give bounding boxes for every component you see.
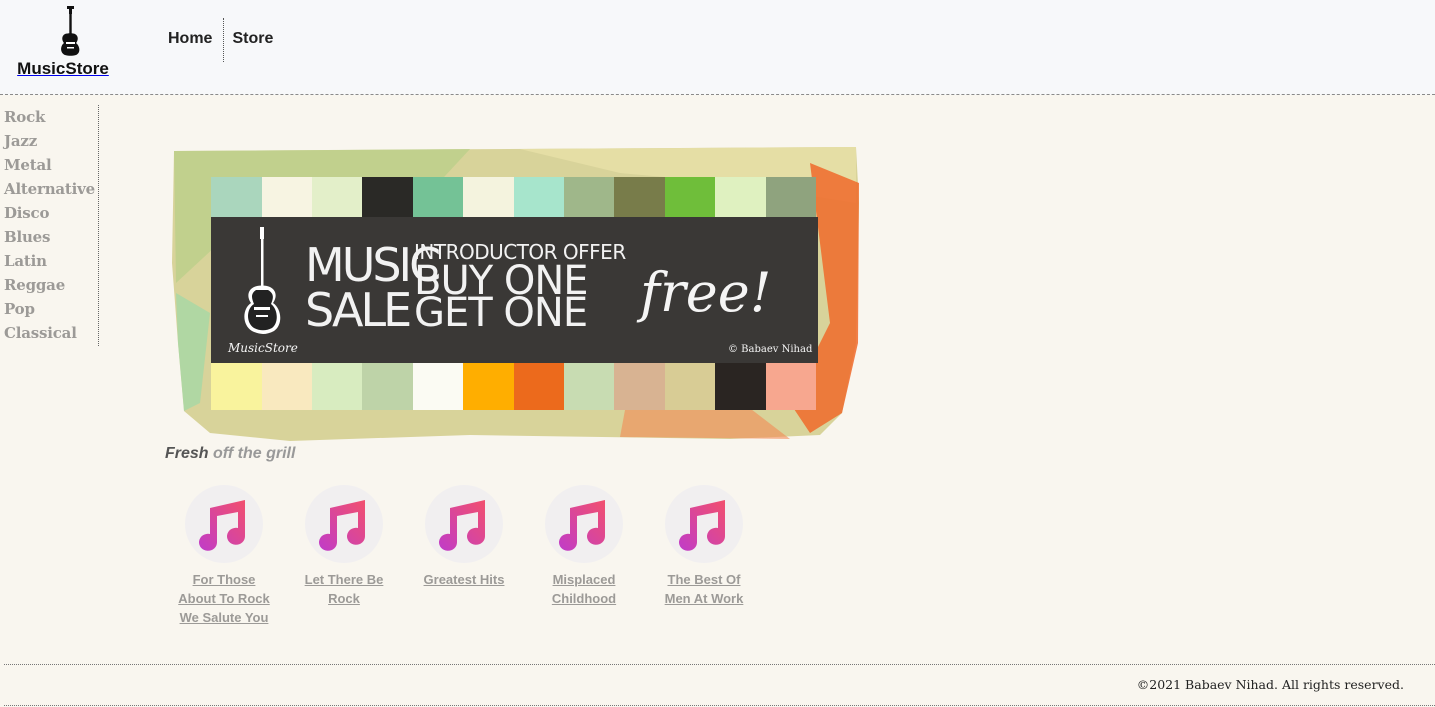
- genre-rock[interactable]: Rock: [0, 105, 98, 129]
- logo[interactable]: MusicStore: [17, 6, 122, 78]
- album-art[interactable]: [665, 485, 743, 563]
- footer-divider-bottom: [4, 705, 1435, 706]
- banner-sale: SALE: [305, 283, 410, 337]
- nav-home[interactable]: Home: [160, 18, 223, 62]
- genre-jazz[interactable]: Jazz: [0, 129, 98, 153]
- color-swatches-bottom: [211, 361, 816, 410]
- album-art[interactable]: [545, 485, 623, 563]
- music-note-icon: [319, 500, 366, 551]
- footer-copyright: ©2021 Babaev Nihad. All rights reserved.: [1136, 677, 1404, 692]
- color-swatches-top: [211, 177, 816, 219]
- album-title[interactable]: Greatest Hits: [404, 570, 524, 589]
- music-note-icon: [559, 500, 606, 551]
- album-art[interactable]: [185, 485, 263, 563]
- main-nav: Home Store: [160, 18, 284, 62]
- genre-alternative[interactable]: Alternative: [0, 177, 98, 201]
- genre-pop[interactable]: Pop: [0, 297, 98, 321]
- genre-classical[interactable]: Classical: [0, 321, 98, 345]
- album-item: Let There Be Rock: [284, 485, 404, 627]
- album-list: For Those About To Rock We Salute You Le…: [164, 485, 764, 627]
- album-art[interactable]: [305, 485, 383, 563]
- music-note-icon: [439, 500, 486, 551]
- guitar-icon: [61, 6, 80, 56]
- music-note-icon: [679, 500, 726, 551]
- album-title[interactable]: Misplaced Childhood: [524, 570, 644, 608]
- album-item: For Those About To Rock We Salute You: [164, 485, 284, 627]
- banner-free: free!: [636, 261, 771, 324]
- album-art[interactable]: [425, 485, 503, 563]
- genre-reggae[interactable]: Reggae: [0, 273, 98, 297]
- genre-latin[interactable]: Latin: [0, 249, 98, 273]
- album-title[interactable]: For Those About To Rock We Salute You: [164, 570, 284, 627]
- banner-get-one: GET ONE: [414, 290, 587, 336]
- banner-copyright: © Babaev Nihad: [728, 344, 813, 355]
- album-title[interactable]: Let There Be Rock: [284, 570, 404, 608]
- genre-sidebar: Rock Jazz Metal Alternative Disco Blues …: [0, 105, 99, 346]
- album-item: Misplaced Childhood: [524, 485, 644, 627]
- album-item: The Best Of Men At Work: [644, 485, 764, 627]
- music-note-icon: [199, 500, 246, 551]
- banner-brand: MusicStore: [227, 341, 298, 355]
- logo-text: MusicStore: [17, 59, 109, 78]
- footer-divider-top: [4, 664, 1435, 665]
- genre-blues[interactable]: Blues: [0, 225, 98, 249]
- site-header: MusicStore Home Store: [0, 0, 1435, 95]
- fresh-rest: off the grill: [213, 445, 296, 462]
- fresh-lead: Fresh: [165, 445, 209, 462]
- nav-store[interactable]: Store: [223, 18, 284, 62]
- genre-disco[interactable]: Disco: [0, 201, 98, 225]
- genre-metal[interactable]: Metal: [0, 153, 98, 177]
- promo-banner: MUSIC SALE INTRODUCTOR OFFER BUY ONE GET…: [170, 143, 860, 443]
- fresh-heading: Fresh off the grill: [165, 445, 295, 463]
- album-title[interactable]: The Best Of Men At Work: [644, 570, 764, 608]
- promo-banner-art: MUSIC SALE INTRODUCTOR OFFER BUY ONE GET…: [172, 147, 859, 441]
- album-item: Greatest Hits: [404, 485, 524, 627]
